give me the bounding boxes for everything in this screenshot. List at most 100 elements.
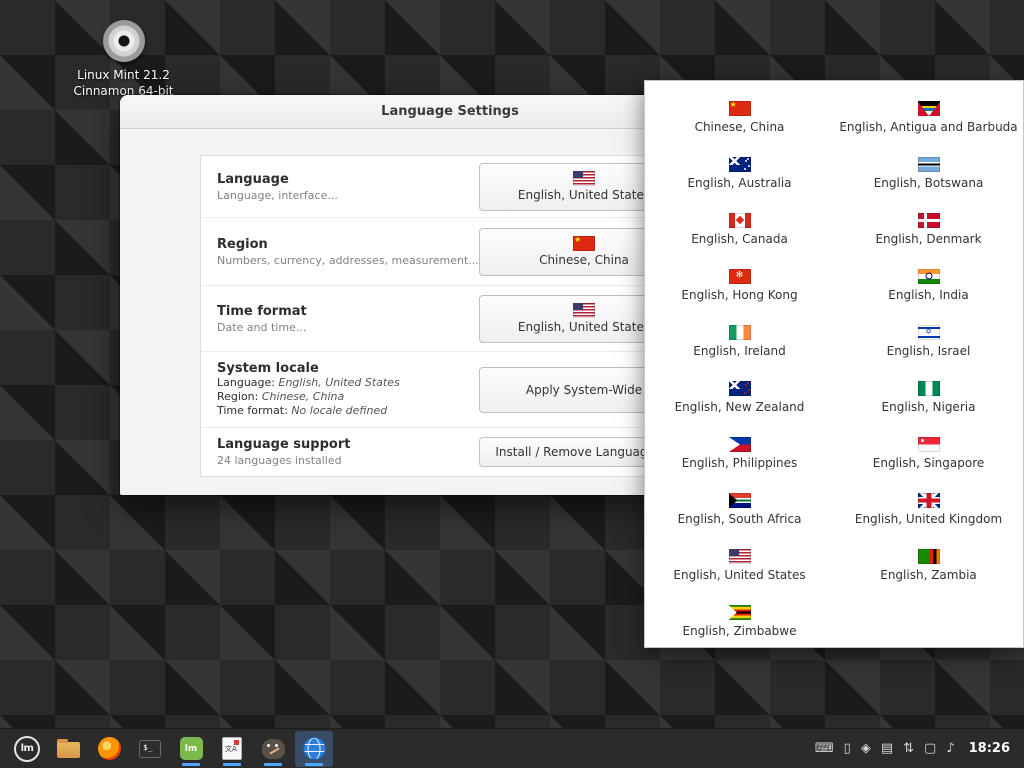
language-option[interactable]: English, India <box>834 257 1023 313</box>
locale-value: No locale defined <box>291 404 387 417</box>
language-option[interactable]: English, Philippines <box>645 425 834 481</box>
language-option[interactable]: English, South Africa <box>645 481 834 537</box>
active-window-indicator <box>305 763 323 766</box>
locale-key: Time format: <box>217 404 291 417</box>
flag-icon-ng <box>918 381 940 396</box>
mint-disc-icon <box>103 20 145 62</box>
language-option-label: English, South Africa <box>678 512 802 526</box>
keyboard-indicator-icon[interactable]: ⌨ <box>815 742 834 755</box>
flag-icon-sg <box>918 437 940 452</box>
network-indicator-icon[interactable]: ⇅ <box>903 742 914 755</box>
language-option[interactable]: English, Hong Kong <box>645 257 834 313</box>
notes-indicator-icon[interactable]: ▤ <box>881 742 893 755</box>
battery-indicator-icon[interactable]: ▯ <box>844 742 851 755</box>
language-option-label: English, Ireland <box>693 344 785 358</box>
locale-key: Region: <box>217 390 262 403</box>
language-option[interactable]: English, Zambia <box>834 537 1023 593</box>
flag-icon-hk <box>729 269 751 284</box>
language-option-label: English, Singapore <box>873 456 985 470</box>
taskbar-app-files[interactable] <box>49 731 87 767</box>
flag-icon-dk <box>918 213 940 228</box>
language-option-label: English, Hong Kong <box>681 288 797 302</box>
flag-icon-za <box>729 493 751 508</box>
shield-indicator-icon[interactable]: ◈ <box>861 742 871 755</box>
flag-icon-zm <box>918 549 940 564</box>
taskbar-app-terminal[interactable] <box>131 731 169 767</box>
menu-button[interactable]: lm <box>8 731 46 767</box>
language-option-label: English, United States <box>673 568 805 582</box>
active-window-indicator <box>223 763 241 766</box>
language-option[interactable]: English, New Zealand <box>645 369 834 425</box>
flag-icon-gb <box>918 493 940 508</box>
language-option[interactable]: English, Botswana <box>834 145 1023 201</box>
flag-icon-us <box>573 171 595 186</box>
taskbar-app-mint[interactable] <box>172 731 210 767</box>
language-option[interactable]: English, United States <box>645 537 834 593</box>
button-label: English, United States <box>518 188 650 202</box>
language-option[interactable]: English, Canada <box>645 201 834 257</box>
locale-key: Language: <box>217 376 279 389</box>
language-option-label: English, Antigua and Barbuda <box>839 120 1017 134</box>
language-option-label: English, Philippines <box>682 456 798 470</box>
flag-icon-ca <box>729 213 751 228</box>
system-tray: ⌨ ▯ ◈ ▤ ⇅ ▢ ♪ <box>815 742 955 755</box>
flag-icon-ag <box>918 101 940 116</box>
language-picker-popup: Chinese, China English, Antigua and Barbu… <box>644 80 1024 648</box>
terminal-icon <box>139 740 161 758</box>
taskbar-app-editor[interactable] <box>213 731 251 767</box>
language-option[interactable]: English, Israel <box>834 313 1023 369</box>
active-window-indicator <box>182 763 200 766</box>
language-option-label: English, New Zealand <box>675 400 805 414</box>
language-option-label: English, India <box>888 288 968 302</box>
desktop: Linux Mint 21.2 Cinnamon 64-bit Language… <box>0 0 1024 768</box>
language-option-label: English, United Kingdom <box>855 512 1002 526</box>
taskbar-tray-area: ⌨▯◈▤⇅▢♪ 18:26 <box>815 741 1016 756</box>
flag-icon-ph <box>729 437 751 452</box>
language-option[interactable]: English, Australia <box>645 145 834 201</box>
language-option-label: English, Nigeria <box>882 400 976 414</box>
mint-logo-text: lm <box>21 743 34 754</box>
flag-icon-cn <box>573 236 595 251</box>
language-option-label: English, Israel <box>887 344 971 358</box>
language-option[interactable]: English, Denmark <box>834 201 1023 257</box>
locale-value: Chinese, China <box>262 390 344 403</box>
language-option-label: English, Denmark <box>875 232 981 246</box>
language-option-label: English, Canada <box>691 232 788 246</box>
flag-icon-zw <box>729 605 751 620</box>
flag-icon-cn <box>729 101 751 116</box>
desktop-icon-label-line1: Linux Mint 21.2 <box>77 68 170 82</box>
flag-icon-in <box>918 269 940 284</box>
active-window-indicator <box>264 763 282 766</box>
flag-icon-us <box>729 549 751 564</box>
mint-logo-icon: lm <box>14 736 40 762</box>
flag-icon-us <box>573 303 595 318</box>
language-option-label: English, Botswana <box>874 176 984 190</box>
flag-icon-au <box>729 157 751 172</box>
taskbar-app-firefox[interactable] <box>90 731 128 767</box>
window-title: Language Settings <box>381 104 519 119</box>
language-option[interactable]: English, Zimbabwe <box>645 593 834 649</box>
flag-icon-nz <box>729 381 751 396</box>
taskbar-app-gimp[interactable] <box>254 731 292 767</box>
taskbar-app-language[interactable] <box>295 731 333 767</box>
language-option-label: Chinese, China <box>695 120 785 134</box>
language-option[interactable]: English, Ireland <box>645 313 834 369</box>
flag-icon-bw <box>918 157 940 172</box>
button-label: Apply System-Wide <box>526 383 642 397</box>
display-indicator-icon[interactable]: ▢ <box>924 742 936 755</box>
language-option-label: English, Zimbabwe <box>683 624 797 638</box>
language-option[interactable]: English, Antigua and Barbuda <box>834 89 1023 145</box>
locale-value: English, United States <box>279 376 400 389</box>
desktop-icon-linux-mint[interactable]: Linux Mint 21.2 Cinnamon 64-bit <box>66 20 181 99</box>
language-option[interactable]: English, United Kingdom <box>834 481 1023 537</box>
flag-icon-il <box>918 325 940 340</box>
button-label: English, United States <box>518 320 650 334</box>
volume-indicator-icon[interactable]: ♪ <box>946 742 954 755</box>
language-option-label: English, Zambia <box>880 568 977 582</box>
language-option[interactable]: English, Singapore <box>834 425 1023 481</box>
mint-icon <box>180 737 203 760</box>
language-option[interactable]: Chinese, China <box>645 89 834 145</box>
gimp-icon <box>262 739 285 759</box>
language-option[interactable]: English, Nigeria <box>834 369 1023 425</box>
firefox-icon <box>98 737 121 760</box>
